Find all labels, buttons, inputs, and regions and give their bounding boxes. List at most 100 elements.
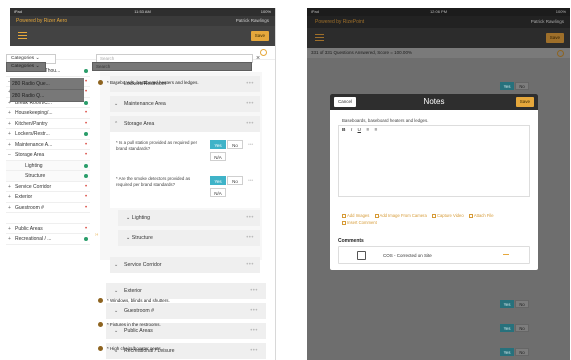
search-input[interactable]: Search bbox=[92, 62, 252, 71]
user-name[interactable]: Patrick Rawlings bbox=[531, 16, 564, 28]
status-bar: iPad 11:53 AM 100% bbox=[10, 8, 275, 16]
more-icon[interactable]: ••• bbox=[250, 303, 258, 319]
section-maintenance[interactable]: ⌄ Maintenance Area ••• bbox=[110, 96, 260, 112]
add-images-button[interactable]: Add Images bbox=[342, 212, 369, 219]
comment-icon bbox=[342, 220, 346, 225]
more-icon[interactable]: ••• bbox=[246, 257, 254, 273]
no-button[interactable]: No bbox=[515, 324, 529, 332]
menu-icon[interactable] bbox=[315, 34, 324, 42]
collapse-icon: – bbox=[8, 152, 11, 158]
menu-icon[interactable] bbox=[18, 32, 27, 40]
comments-heading: Comments bbox=[338, 238, 364, 244]
yes-button[interactable]: Yes bbox=[500, 348, 514, 356]
section-exterior[interactable]: ⌄ Exterior ••• bbox=[106, 283, 266, 299]
close-icon[interactable]: × bbox=[256, 54, 260, 63]
no-button[interactable]: No bbox=[227, 176, 243, 185]
subsection-lighting[interactable]: ⌄ Lighting ••• bbox=[118, 210, 260, 226]
comment-checkbox[interactable] bbox=[357, 251, 366, 260]
more-icon[interactable]: ••• bbox=[246, 210, 254, 226]
more-icon[interactable]: ••• bbox=[250, 323, 258, 339]
tree-item[interactable]: 280 Radio Q... bbox=[10, 90, 84, 102]
expand-icon: + bbox=[8, 141, 11, 148]
section-title: Lighting bbox=[131, 215, 150, 221]
category-label: Lighting bbox=[25, 162, 43, 169]
category-label: Exterior bbox=[15, 194, 33, 200]
expand-icon: + bbox=[8, 225, 11, 232]
more-icon[interactable]: ••• bbox=[246, 96, 254, 112]
insert-comment-button[interactable]: Insert Comment bbox=[342, 219, 377, 226]
sidebar-category-item[interactable]: + Service Corridor • bbox=[6, 182, 90, 192]
na-button[interactable]: N/A bbox=[210, 188, 226, 197]
numbered-list-icon[interactable]: ≡ bbox=[374, 128, 377, 133]
user-name[interactable]: Patrick Rawlings bbox=[236, 16, 269, 26]
clock: 12:06 PM bbox=[429, 9, 448, 14]
sidebar-category-item[interactable]: + Recreational / ... bbox=[6, 234, 90, 245]
more-icon[interactable]: ••• bbox=[248, 142, 253, 148]
more-icon[interactable]: ••• bbox=[250, 343, 258, 359]
section-title: Guestroom # bbox=[124, 308, 154, 314]
sidebar-category-item[interactable]: + Housekeeping/... • bbox=[6, 108, 90, 119]
notes-modal: Cancel Notes Save Baseboards, baseboard … bbox=[330, 94, 538, 270]
modal-header: Cancel Notes Save bbox=[330, 94, 538, 110]
question-text: * Is a pull station provided as required… bbox=[116, 140, 198, 151]
question-text: * High chairs/booster seats bbox=[107, 346, 161, 351]
section-guestroom[interactable]: ⌄ Guestroom # ••• bbox=[106, 303, 266, 319]
battery: 100% bbox=[555, 9, 566, 14]
capture-video-button[interactable]: Capture Video bbox=[431, 212, 464, 219]
notes-editor[interactable]: B I U ≡ ≡ bbox=[338, 125, 530, 197]
modal-save-button[interactable]: Save bbox=[515, 97, 534, 107]
minus-icon[interactable] bbox=[503, 254, 509, 255]
gear-icon[interactable] bbox=[260, 49, 267, 56]
no-button[interactable]: No bbox=[227, 140, 243, 149]
bullet-list-icon[interactable]: ≡ bbox=[366, 128, 369, 133]
save-button[interactable]: Save bbox=[545, 33, 564, 43]
sidebar-category-item[interactable]: + Guestroom # • bbox=[6, 203, 90, 213]
more-icon[interactable]: ••• bbox=[246, 230, 254, 246]
alert-status-icon: • bbox=[84, 141, 88, 148]
section-service-corridor[interactable]: ⌄ Service Corridor ••• bbox=[110, 257, 260, 273]
add-camera-image-button[interactable]: Add Image From Camera bbox=[374, 212, 427, 219]
sidebar-category-item[interactable]: + Lockers/Restr... bbox=[6, 129, 90, 140]
no-button[interactable]: No bbox=[515, 348, 529, 356]
section-storage[interactable]: ⌃ Storage Area ••• bbox=[110, 116, 260, 132]
save-button[interactable]: Save bbox=[250, 31, 269, 41]
bold-icon[interactable]: B bbox=[342, 128, 345, 133]
yes-button[interactable]: Yes bbox=[500, 82, 514, 90]
yes-button[interactable]: Yes bbox=[210, 176, 226, 185]
background-question: * High chairs/booster seats bbox=[98, 346, 248, 352]
yes-button[interactable]: Yes bbox=[210, 140, 226, 149]
more-icon[interactable]: ••• bbox=[250, 283, 258, 299]
no-button[interactable]: No bbox=[515, 82, 529, 90]
status-bar: iPad 12:06 PM 100% bbox=[307, 8, 570, 16]
underline-icon[interactable]: U bbox=[358, 128, 361, 133]
tree-item[interactable]: 280 Radio Que... bbox=[10, 78, 84, 90]
sidebar-category-item[interactable]: + Public Areas • bbox=[6, 224, 90, 234]
gear-icon[interactable] bbox=[557, 49, 564, 57]
status-dot-icon bbox=[98, 346, 103, 351]
attach-file-button[interactable]: Attach File bbox=[468, 212, 494, 219]
categories-dropdown[interactable]: Categories ⌄ bbox=[6, 62, 46, 72]
chevron-right-icon[interactable]: ›› bbox=[95, 232, 98, 238]
sidebar-category-item[interactable]: + Maintenance A... • bbox=[6, 140, 90, 150]
sidebar-category-item[interactable]: Structure bbox=[6, 171, 90, 182]
more-icon[interactable]: ••• bbox=[248, 178, 253, 184]
no-button[interactable]: No bbox=[515, 300, 529, 308]
categories-label: Categories bbox=[11, 56, 35, 61]
more-icon[interactable]: ••• bbox=[246, 116, 254, 132]
sidebar-category-item[interactable]: + Kitchen/Pantry • bbox=[6, 119, 90, 129]
chevron-down-icon: ⌄ bbox=[114, 262, 119, 268]
sidebar-category-item[interactable] bbox=[6, 213, 90, 224]
sidebar-category-item[interactable]: Lighting bbox=[6, 160, 90, 171]
yes-button[interactable]: Yes bbox=[500, 324, 514, 332]
background-question: * Windows, blinds and shutters. bbox=[98, 298, 248, 304]
score-bar: 331 of 331 Questions Answered, Score = 1… bbox=[307, 48, 570, 58]
score-text: 331 of 331 Questions Answered, Score = 1… bbox=[311, 50, 412, 55]
subsection-structure[interactable]: ⌄ Structure ••• bbox=[118, 230, 260, 246]
italic-icon[interactable]: I bbox=[351, 128, 352, 133]
sidebar-category-item[interactable]: + Exterior • bbox=[6, 192, 90, 203]
sidebar-category-item[interactable]: – Storage Area • bbox=[6, 150, 90, 161]
yes-button[interactable]: Yes bbox=[500, 300, 514, 308]
check-status-icon bbox=[84, 174, 88, 179]
na-button[interactable]: N/A bbox=[210, 152, 226, 161]
expand-icon: + bbox=[8, 110, 11, 116]
